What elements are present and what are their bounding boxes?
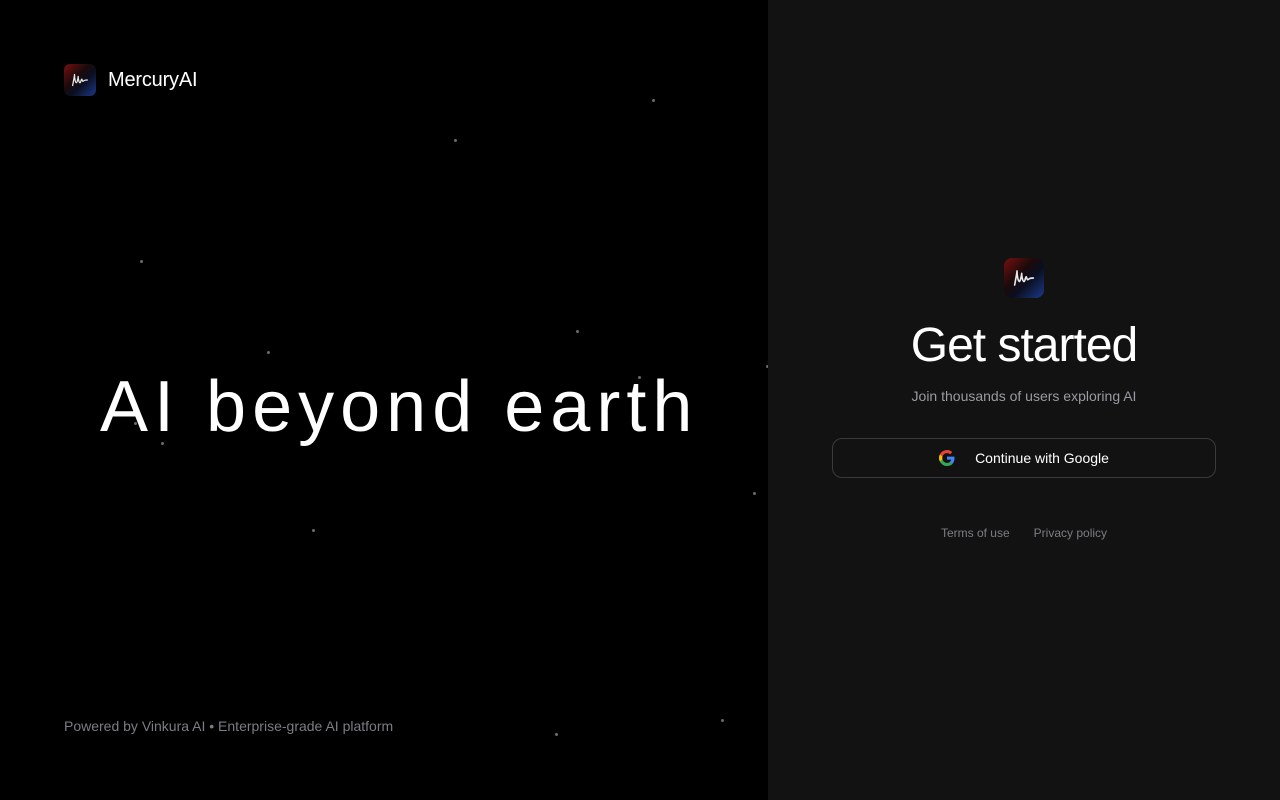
continue-with-google-button[interactable]: Continue with Google — [832, 438, 1216, 478]
star-dot — [652, 99, 655, 102]
legal-links: Terms of use Privacy policy — [768, 526, 1280, 540]
star-dot — [576, 330, 579, 333]
google-g-icon — [939, 450, 955, 466]
star-dot — [267, 351, 270, 354]
auth-panel: Get started Join thousands of users expl… — [768, 0, 1280, 800]
auth-title: Get started — [910, 319, 1138, 372]
privacy-link[interactable]: Privacy policy — [1034, 526, 1107, 540]
hero-headline: AI beyond earth — [100, 367, 699, 447]
star-dot — [454, 139, 457, 142]
auth-subtitle: Join thousands of users exploring AI — [911, 388, 1137, 404]
brand-name: MercuryAI — [108, 68, 198, 91]
hero-panel: MercuryAI AI beyond earth Powered by Vin… — [0, 0, 768, 800]
star-dot — [312, 529, 315, 532]
footer-note: Powered by Vinkura AI • Enterprise-grade… — [64, 718, 394, 734]
star-dot — [753, 492, 756, 495]
star-dot — [555, 733, 558, 736]
google-button-label: Continue with Google — [975, 450, 1109, 466]
star-dot — [721, 719, 724, 722]
terms-link[interactable]: Terms of use — [941, 526, 1010, 540]
star-dot — [140, 260, 143, 263]
brand[interactable]: MercuryAI — [64, 64, 198, 96]
mercury-logo-icon — [1004, 258, 1044, 298]
mercury-logo-icon — [64, 64, 96, 96]
